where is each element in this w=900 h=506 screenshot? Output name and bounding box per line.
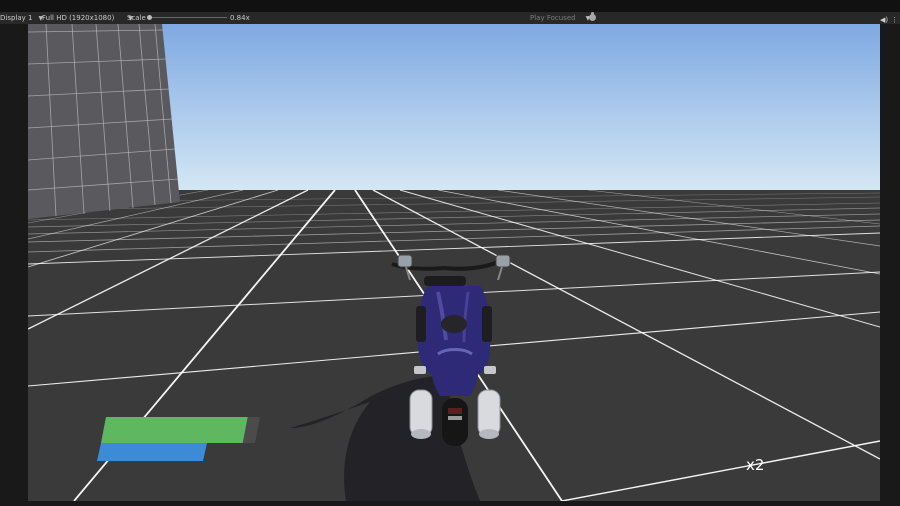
license-plate: [448, 416, 462, 420]
stamina-bar-fill: [97, 443, 207, 461]
left-exhaust-tip: [411, 429, 431, 439]
wall: [28, 24, 180, 219]
right-footpeg: [484, 366, 496, 374]
resolution-dropdown[interactable]: Full HD (1920x1080) ▼: [42, 12, 133, 24]
rear-tire: [442, 398, 468, 446]
left-mirror: [397, 254, 413, 268]
editor-top-strip: [0, 0, 900, 12]
scale-value: 0.84x: [230, 14, 250, 22]
viewport-right-margin: [880, 24, 900, 506]
bug-icon[interactable]: [589, 12, 596, 21]
tail-light: [448, 408, 462, 414]
seat: [441, 315, 467, 333]
play-mode-dropdown[interactable]: Play Focused ▼: [530, 12, 590, 24]
game-view-toolbar: Display 1 ▼ Full HD (1920x1080) ▼ Scale 0.…: [0, 12, 900, 24]
scale-slider-track[interactable]: [151, 17, 227, 18]
right-fork: [482, 306, 492, 342]
game-viewport[interactable]: [28, 24, 880, 501]
game-scene: [28, 24, 880, 501]
viewport-left-margin: [0, 24, 28, 506]
play-mode-label: Play Focused: [530, 14, 576, 22]
score-multiplier: x2: [746, 456, 765, 474]
left-footpeg: [414, 366, 426, 374]
health-bar-fill: [101, 417, 248, 443]
rear-fender: [430, 350, 479, 396]
scale-label: Scale: [127, 14, 146, 22]
left-fork: [416, 306, 426, 342]
resolution-label: Full HD (1920x1080): [42, 14, 115, 22]
display-label: Display 1: [0, 14, 33, 22]
right-exhaust-tip: [479, 429, 499, 439]
dashboard: [424, 276, 466, 286]
right-mirror: [495, 254, 511, 268]
display-dropdown[interactable]: Display 1 ▼: [0, 12, 43, 24]
scale-slider-handle[interactable]: [147, 15, 152, 20]
